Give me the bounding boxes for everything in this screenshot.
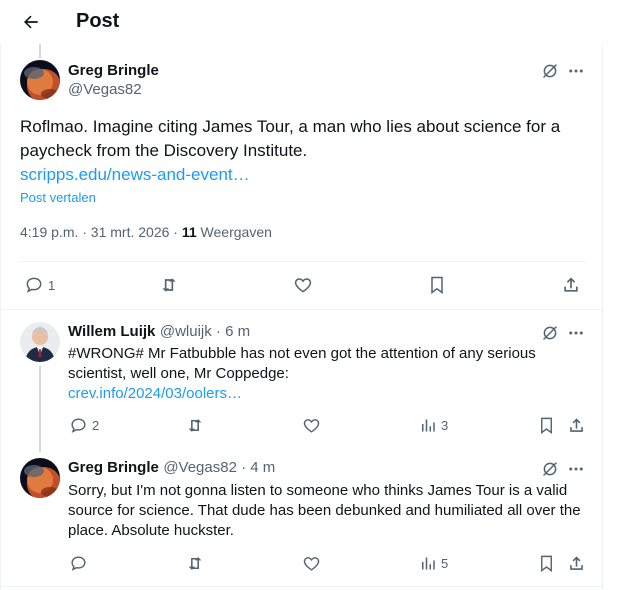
reply-link[interactable]: crev.info/2024/03/oolers… <box>68 385 242 402</box>
like-button[interactable] <box>302 554 321 573</box>
views-icon <box>422 419 435 432</box>
bookmark-icon <box>541 555 552 573</box>
post-body: Roflmao. Imagine citing James Tour, a ma… <box>20 117 561 160</box>
like-button[interactable] <box>293 275 313 295</box>
avatar-image <box>20 60 60 100</box>
reply-button[interactable] <box>69 554 88 573</box>
bookmark-button[interactable] <box>537 416 556 435</box>
back-arrow-icon <box>24 15 38 29</box>
reply-header: Greg Bringle @Vegas82 · 4 m <box>68 459 275 477</box>
repost-icon <box>188 419 202 432</box>
reply-body: Sorry, but I'm not gonna listen to someo… <box>68 482 581 539</box>
grok-icon <box>543 64 557 78</box>
more-button[interactable] <box>565 60 587 82</box>
author-handle[interactable]: @Vegas82 · 4 m <box>163 459 275 476</box>
more-icon <box>569 331 583 335</box>
share-button[interactable] <box>561 275 581 295</box>
share-icon <box>570 418 583 432</box>
bookmark-icon <box>541 417 552 435</box>
more-icon <box>569 467 583 471</box>
avatar[interactable] <box>20 60 60 100</box>
post-timestamp[interactable]: 4:19 p.m. · 31 mrt. 2026 · <box>20 224 182 240</box>
reply-button[interactable]: 2 <box>69 416 99 435</box>
views-label: Weergaven <box>196 224 272 240</box>
reply-icon <box>71 556 86 571</box>
divider <box>20 261 586 262</box>
share-icon <box>570 556 583 570</box>
views-icon <box>422 557 435 570</box>
bookmark-button[interactable] <box>537 554 556 573</box>
views-button[interactable]: 5 <box>419 554 448 573</box>
repost-button[interactable] <box>185 416 205 435</box>
reply-button[interactable]: 1 <box>24 275 55 295</box>
share-button[interactable] <box>567 554 586 573</box>
repost-icon <box>162 278 176 292</box>
like-button[interactable] <box>302 416 321 435</box>
bookmark-icon <box>431 276 443 294</box>
thread-connector <box>39 44 41 58</box>
post-meta: 4:19 p.m. · 31 mrt. 2026 · 11 Weergaven <box>20 224 272 240</box>
share-icon <box>564 277 578 292</box>
grok-button[interactable] <box>539 60 561 82</box>
reply-count: 1 <box>48 277 56 293</box>
repost-button[interactable] <box>158 275 180 295</box>
more-button[interactable] <box>565 322 587 344</box>
divider <box>0 309 603 310</box>
back-button[interactable] <box>14 6 48 38</box>
reply-body: #WRONG# Mr Fatbubble has not even got th… <box>68 345 536 382</box>
views-count: 3 <box>441 418 449 433</box>
post-link[interactable]: scripps.edu/news-and-event… <box>20 165 250 184</box>
avatar[interactable] <box>20 322 60 362</box>
repost-button[interactable] <box>185 554 205 573</box>
reply-icon <box>71 418 86 433</box>
views-count: 11 <box>181 224 197 240</box>
like-icon <box>303 419 320 433</box>
author-name[interactable]: Greg Bringle <box>68 459 159 476</box>
like-icon <box>294 278 312 293</box>
thread-connector <box>39 366 41 452</box>
bookmark-button[interactable] <box>427 275 447 295</box>
more-button[interactable] <box>565 458 587 480</box>
divider <box>0 586 603 587</box>
grok-button[interactable] <box>539 322 561 344</box>
author-handle[interactable]: @Vegas82 <box>68 81 142 98</box>
reply-icon <box>26 277 42 293</box>
grok-button[interactable] <box>539 458 561 480</box>
repost-icon <box>188 557 202 570</box>
avatar-image <box>20 322 60 362</box>
avatar-image <box>20 458 60 498</box>
translate-link[interactable]: Post vertalen <box>20 190 96 205</box>
views-count: 5 <box>441 556 449 571</box>
reply-text: #WRONG# Mr Fatbubble has not even got th… <box>68 344 568 404</box>
share-button[interactable] <box>567 416 586 435</box>
page-title: Post <box>76 10 120 32</box>
grok-icon <box>543 462 557 476</box>
more-icon <box>569 69 583 73</box>
reply-count: 2 <box>92 418 100 433</box>
author-handle[interactable]: @wluijk · 6 m <box>160 323 250 340</box>
top-header: Post <box>0 0 603 44</box>
reply-text: Sorry, but I'm not gonna listen to someo… <box>68 481 583 541</box>
reply-header: Willem Luijk @wluijk · 6 m <box>68 323 250 341</box>
post-text: Roflmao. Imagine citing James Tour, a ma… <box>20 115 590 187</box>
author-name[interactable]: Greg Bringle <box>68 62 159 79</box>
author-name[interactable]: Willem Luijk <box>68 323 155 340</box>
grok-icon <box>543 326 557 340</box>
like-icon <box>303 557 320 571</box>
avatar[interactable] <box>20 458 60 498</box>
views-button[interactable]: 3 <box>419 416 448 435</box>
